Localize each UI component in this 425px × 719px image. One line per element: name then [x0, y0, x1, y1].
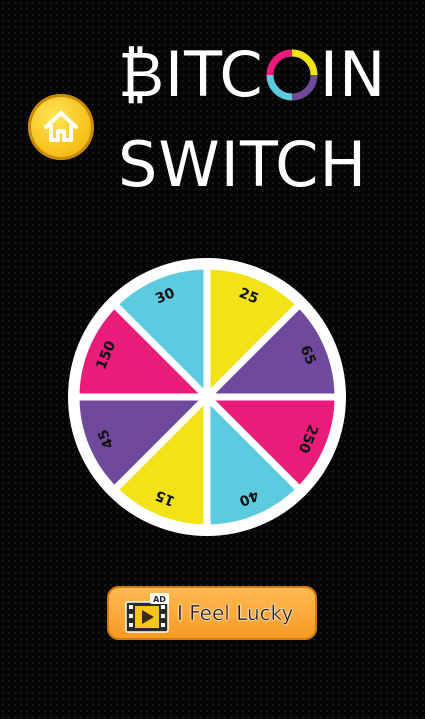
title-line-1: ₿ITC IN	[118, 40, 408, 110]
coin-o-icon	[266, 49, 318, 101]
game-title: ₿ITC IN SWITCH	[118, 40, 408, 200]
title-in: IN	[319, 38, 387, 111]
ad-badge: AD	[153, 595, 166, 604]
video-ad-icon: AD	[125, 593, 169, 633]
prize-wheel[interactable]: 256525040154515030	[66, 256, 348, 538]
i-feel-lucky-label: I Feel Lucky	[177, 601, 294, 625]
home-button[interactable]	[28, 94, 94, 160]
i-feel-lucky-button[interactable]: AD I Feel Lucky	[107, 586, 317, 640]
title-bitc: ₿ITC	[118, 38, 264, 111]
home-icon	[44, 111, 78, 142]
title-line-2: SWITCH	[118, 128, 368, 201]
